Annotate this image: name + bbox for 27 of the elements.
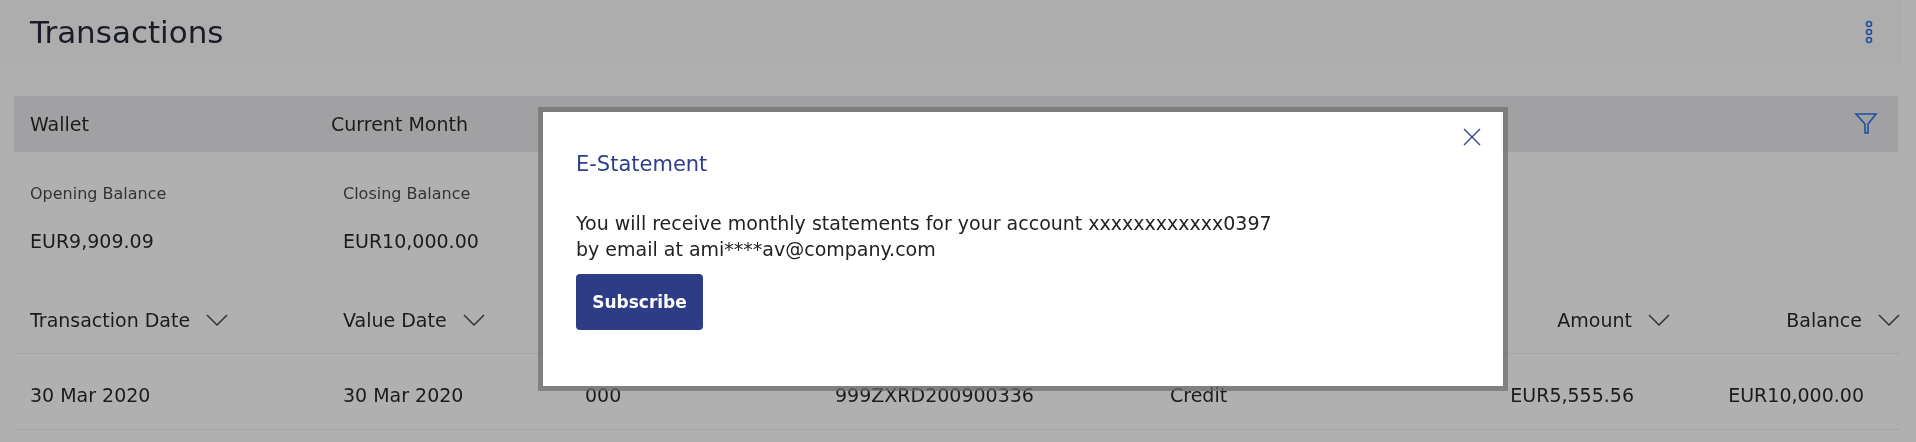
close-icon[interactable]	[1463, 128, 1481, 146]
table-cell-text: EUR10,000.00	[1727, 383, 1865, 406]
table-cell-text: 000	[585, 383, 623, 406]
chevron-down-icon	[206, 314, 229, 326]
balance-label: Opening Balance	[30, 184, 167, 203]
dialog-message: You will receive monthly statements for your account xxxxxxxxxxxx0397 by email at ami****av@company.com	[576, 211, 1272, 262]
chevron-down-icon	[462, 314, 485, 326]
sort-header[interactable]: Transaction Date	[30, 309, 343, 331]
more-options-icon[interactable]	[1864, 20, 1874, 44]
table-cell-text: 30 Mar 2020	[30, 383, 152, 406]
table-cell-text: EUR5,555.56	[1509, 383, 1635, 406]
subscribe-button[interactable]: Subscribe	[576, 274, 703, 330]
dialog-title: E-Statement	[576, 152, 708, 176]
chevron-down-icon	[1648, 314, 1670, 326]
table-cell-text: 30 Mar 2020	[343, 383, 465, 406]
balance-value: EUR9,909.09	[30, 230, 154, 252]
table-cell-text: 999ZXRD200900336	[835, 383, 1035, 406]
sort-header[interactable]: Amount	[1440, 309, 1670, 331]
table-cell-text: Credit	[1170, 383, 1229, 406]
chevron-down-icon	[1878, 314, 1900, 326]
filter-icon[interactable]	[1854, 112, 1878, 136]
page-title: Transactions	[30, 14, 224, 50]
period-label: Current Month	[331, 113, 468, 135]
balance-label: Closing Balance	[343, 184, 471, 203]
wallet-label: Wallet	[30, 113, 90, 135]
balance-value: EUR10,000.00	[343, 230, 479, 252]
sort-header[interactable]: Balance	[1670, 309, 1900, 331]
